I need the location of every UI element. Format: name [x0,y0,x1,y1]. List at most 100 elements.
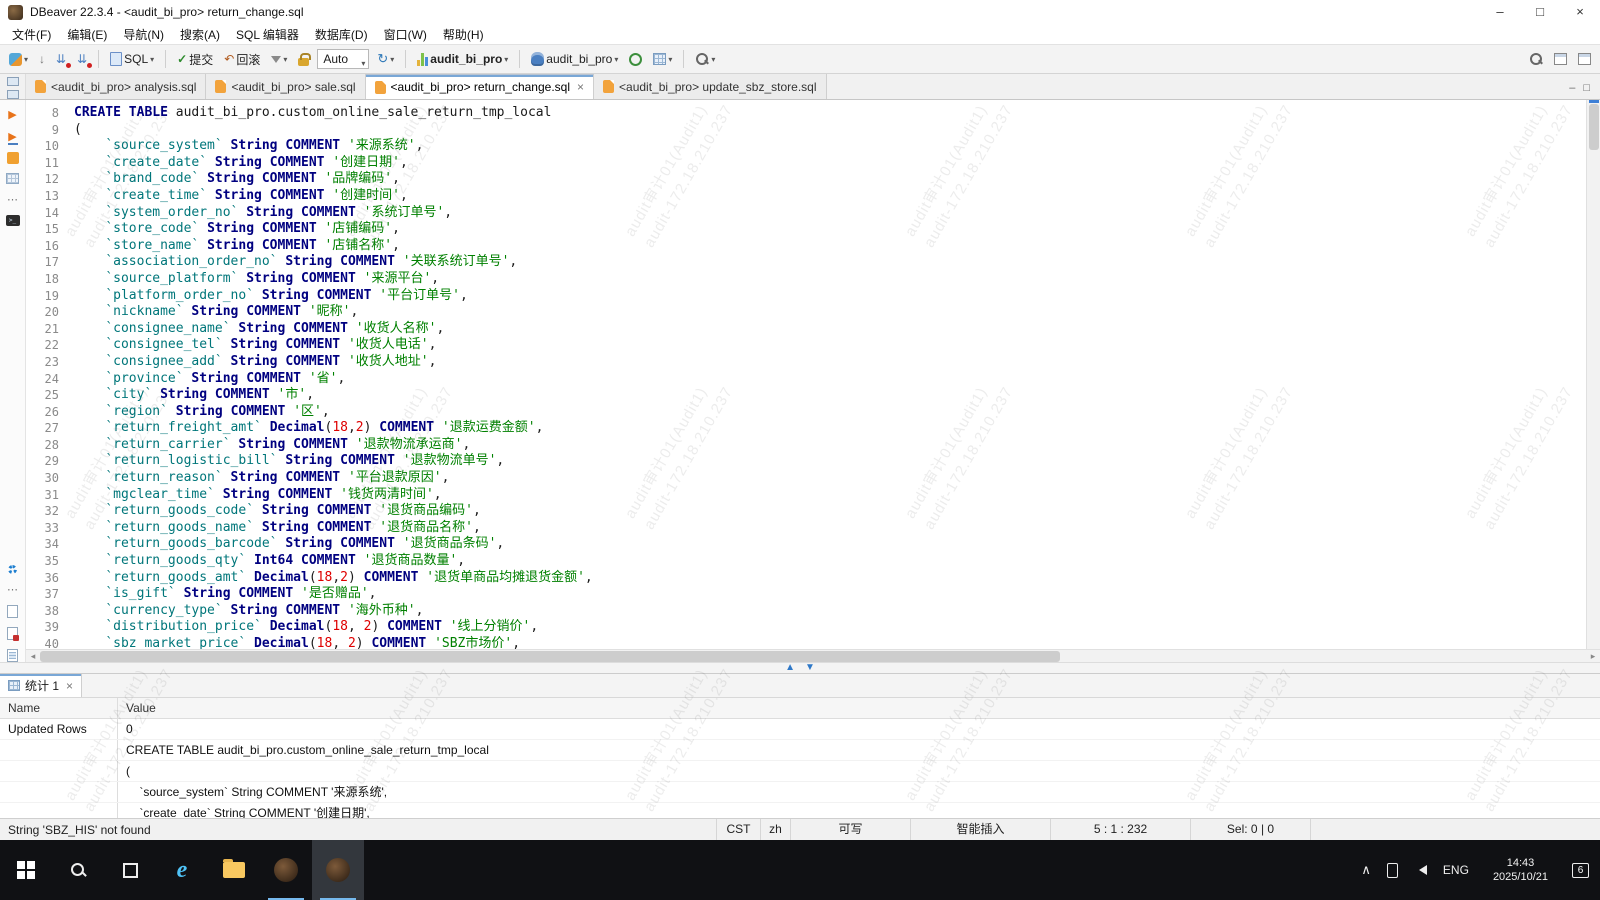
restore-navigator-icon[interactable] [7,77,19,86]
menu-item-0[interactable]: 文件(F) [4,24,59,45]
script-doc-icon[interactable] [7,605,18,618]
lock-button[interactable] [295,51,312,68]
execute-statement-icon[interactable]: ▶ [8,108,16,121]
windows-logo-icon [17,861,35,879]
restore-projects-icon[interactable] [7,90,19,99]
tab-label: <audit_bi_pro> return_change.sql [391,80,570,94]
editor-panel-splitter[interactable]: ▲ ▼ [0,662,1600,674]
stats-col-value[interactable]: Value [118,698,1600,718]
disconnect-icon[interactable]: ↓ [36,50,48,68]
tray-chevron-icon[interactable]: ∧ [1354,840,1378,900]
terminal-icon[interactable]: >_ [6,215,20,226]
action-center-button[interactable]: 6 [1565,840,1596,900]
stats-table: Name Value Updated Rows0CREATE TABLE aud… [0,698,1600,818]
status-cell-5: Sel: 0 | 0 [1190,819,1310,840]
taskbar-ie-button[interactable]: e [156,840,208,900]
volume-icon[interactable] [1407,840,1434,900]
tab-close-icon[interactable]: × [575,80,584,94]
vscroll-thumb[interactable] [1589,104,1599,150]
stats-row-1[interactable]: CREATE TABLE audit_bi_pro.custom_online_… [0,740,1600,761]
stats-rows: Updated Rows0CREATE TABLE audit_bi_pro.c… [0,719,1600,818]
rollback-button[interactable]: ↶回滚 [221,49,263,70]
splitter-up-icon[interactable]: ▲ [785,663,795,673]
internet-explorer-icon: e [177,858,188,882]
commit-button[interactable]: ✓提交 [174,49,216,70]
menu-item-2[interactable]: 导航(N) [115,24,172,45]
menu-item-3[interactable]: 搜索(A) [172,24,228,45]
code-line-24: 24 `province` String COMMENT '省', [26,371,1600,388]
network-profile-button[interactable] [626,51,645,68]
tabbar-window-controls: – □ [1569,82,1600,99]
new-sql-editor-button[interactable]: SQL▾ [107,50,157,68]
taskbar-dbeaver-button[interactable] [260,840,312,900]
connection-combo[interactable]: audit_bi_pro▾ [414,50,511,68]
stats-col-name[interactable]: Name [0,698,118,718]
search-combo[interactable]: ▾ [692,50,718,68]
stats-row-3[interactable]: `source_system` String COMMENT '来源系统', [0,782,1600,803]
reconnect-icon[interactable]: ⇊ [53,50,69,68]
result-format-button[interactable]: ▾ [650,51,675,67]
status-empty-cell [1310,819,1600,840]
transaction-history-button[interactable]: ↻▾ [374,49,397,69]
sql-editor[interactable]: 8CREATE TABLE audit_bi_pro.custom_online… [26,100,1600,649]
scroll-right-icon[interactable]: ▸ [1586,651,1600,662]
editor-tab-2[interactable]: <audit_bi_pro> return_change.sql × [366,74,594,99]
invalidate-connection-icon[interactable]: ⇊ [74,50,90,68]
language-indicator[interactable]: ENG [1436,840,1476,900]
taskbar-explorer-button[interactable] [208,840,260,900]
splitter-down-icon[interactable]: ▼ [805,663,815,673]
hscroll-thumb[interactable] [40,651,1060,662]
execute-script-icon[interactable]: ▶ [8,130,16,143]
minimize-editor-icon[interactable]: – [1569,82,1575,94]
scroll-left-icon[interactable]: ◂ [26,651,40,662]
code-line-18: 18 `source_platform` String COMMENT '来源平… [26,271,1600,288]
minimize-icon[interactable]: – [1480,0,1520,24]
database-combo[interactable]: audit_bi_pro▾ [528,50,621,68]
horizontal-scrollbar[interactable]: ◂ ▸ [26,649,1600,662]
show-view-button[interactable] [1575,51,1594,67]
tab-label: <audit_bi_pro> analysis.sql [51,80,196,94]
editor-tab-1[interactable]: <audit_bi_pro> sale.sql [206,74,365,99]
editor-tab-3[interactable]: <audit_bi_pro> update_sbz_store.sql [594,74,826,99]
editor-tab-0[interactable]: <audit_bi_pro> analysis.sql [26,74,206,99]
commit-mode-combo[interactable]: Auto▾ [317,49,369,69]
stats-tab-close-icon[interactable]: × [64,679,73,693]
maximize-editor-icon[interactable]: □ [1583,82,1590,94]
status-bar: String 'SBZ_HIS' not found CSTzh可写智能插入5 … [0,818,1600,840]
code-line-25: 25 `city` String COMMENT '市', [26,387,1600,404]
open-perspective-button[interactable] [1551,51,1570,67]
settings-gear-icon[interactable] [8,565,17,574]
menu-item-5[interactable]: 数据库(D) [307,24,376,45]
menu-item-4[interactable]: SQL 编辑器 [228,24,307,45]
transaction-log-button[interactable]: ▾ [268,53,290,66]
more-actions-icon[interactable]: ⋯ [7,193,18,206]
sql-file-icon [110,52,122,66]
open-connection-button[interactable]: ▾ [6,51,31,68]
explain-plan-icon[interactable] [6,173,19,184]
task-view-button[interactable] [104,840,156,900]
start-button[interactable] [0,840,52,900]
close-icon[interactable]: × [1560,0,1600,24]
stats-row-2[interactable]: ( [0,761,1600,782]
status-message: String 'SBZ_HIS' not found [0,823,151,837]
stats-row-0[interactable]: Updated Rows0 [0,719,1600,740]
menu-item-7[interactable]: 帮助(H) [435,24,492,45]
stats-row-4[interactable]: `create_date` String COMMENT '创建日期', [0,803,1600,818]
stats-cell-value: CREATE TABLE audit_bi_pro.custom_online_… [118,740,1600,760]
script-grid-doc-icon[interactable] [7,649,18,662]
taskbar-search-button[interactable] [52,840,104,900]
tab-statistics[interactable]: 统计 1 × [0,674,82,697]
menu-item-1[interactable]: 编辑(E) [59,24,115,45]
vertical-scrollbar[interactable] [1586,100,1600,649]
script-error-doc-icon[interactable] [7,627,18,640]
quick-search-button[interactable] [1526,50,1546,68]
more-options-icon[interactable]: ⋯ [7,583,18,596]
dbeaver-window: DBeaver 22.3.4 - <audit_bi_pro> return_c… [0,0,1600,900]
export-result-icon[interactable] [7,152,19,164]
taskbar-dbeaver-active-button[interactable] [312,840,364,900]
menu-item-6[interactable]: 窗口(W) [376,24,435,45]
clock[interactable]: 14:432025/10/21 [1478,840,1563,900]
touch-keyboard-icon[interactable] [1380,840,1405,900]
maximize-icon[interactable]: □ [1520,0,1560,24]
hscroll-track[interactable] [40,650,1586,662]
